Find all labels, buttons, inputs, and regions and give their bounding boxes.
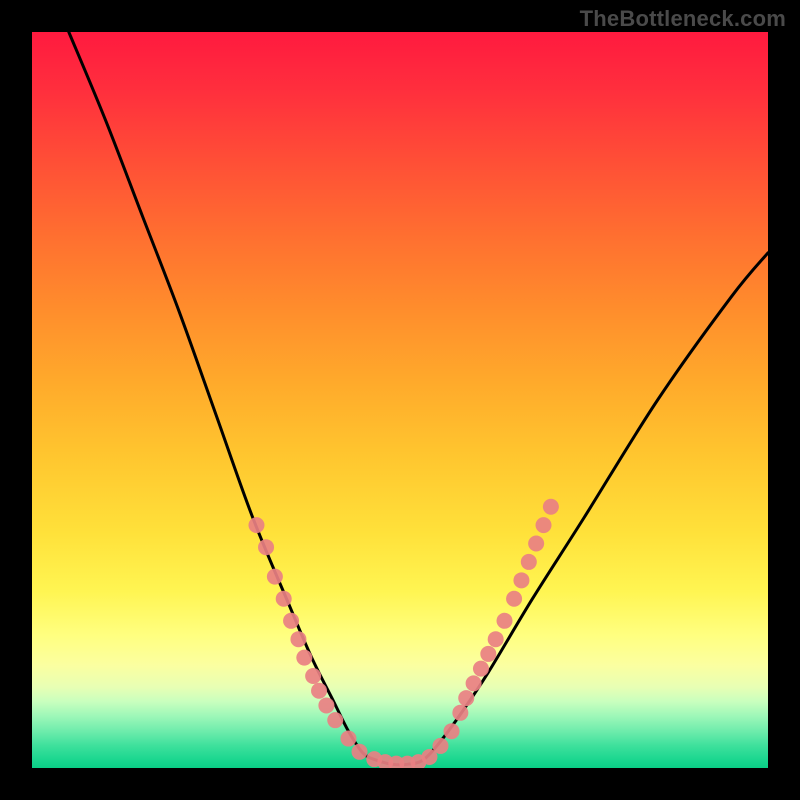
curve-layer xyxy=(32,32,768,768)
credit-text: TheBottleneck.com xyxy=(580,6,786,32)
bottleneck-curve xyxy=(69,32,768,765)
plot-area xyxy=(32,32,768,768)
chart-frame: TheBottleneck.com xyxy=(0,0,800,800)
